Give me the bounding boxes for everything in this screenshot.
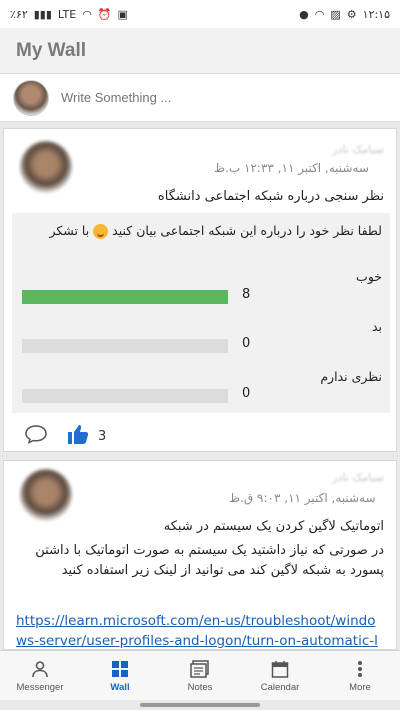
author-avatar[interactable]	[20, 141, 72, 193]
post-card: سیامک نادر سه‌شنبه, اکتبر ۱۱, ۱۲:۳۳ ب.ظ …	[3, 128, 397, 452]
settings-icon: ⚙	[346, 7, 357, 21]
nav-label: Calendar	[260, 681, 300, 693]
post-composer[interactable]	[0, 74, 400, 122]
poll-question-text: لطفا نظر خود را درباره این شبکه اجتماعی …	[112, 223, 382, 238]
poll-question: لطفا نظر خود را درباره این شبکه اجتماعی …	[18, 221, 382, 241]
post-body: در صورتی که نیاز داشتید یک سیستم به صورت…	[35, 543, 384, 578]
poll-option-fill	[22, 290, 228, 304]
page-title: My Wall	[16, 39, 87, 61]
post-title: اتوماتیک لاگین کردن یک سیستم در شبکه	[163, 519, 384, 534]
battery-text: ٪۶۲	[10, 7, 28, 21]
nav-label: Messenger	[16, 681, 64, 693]
poll-option-label: نظری ندارم	[320, 369, 382, 384]
author-name[interactable]: سیامک نادر	[332, 471, 384, 484]
more-icon	[350, 659, 370, 679]
poll-option-label: بد	[371, 319, 382, 334]
home-indicator[interactable]	[140, 703, 260, 707]
alarm-icon: ⏰	[97, 7, 112, 21]
write-something-input[interactable]	[61, 90, 361, 105]
smile-emoji-icon	[93, 224, 109, 239]
nav-label: Wall	[110, 681, 130, 693]
nav-item-calendar[interactable]: Calendar	[240, 651, 320, 700]
post-timestamp: سه‌شنبه, اکتبر ۱۱, ۱۲:۳۳ ب.ظ	[214, 161, 369, 175]
avatar	[13, 79, 49, 116]
poll-option-bar[interactable]	[22, 290, 228, 304]
poll-option-count: 8	[242, 287, 251, 302]
poll-option-bar[interactable]	[22, 389, 228, 403]
poll-option-count: 0	[242, 386, 251, 401]
status-left: ٪۶۲ ▮▮▮ LTE ◠ ⏰ ▣	[10, 9, 128, 20]
like-count: 3	[98, 428, 107, 444]
nav-item-wall[interactable]: Wall	[80, 651, 160, 700]
author-name[interactable]: سیامک نادر	[332, 143, 384, 156]
calendar-icon	[270, 659, 290, 679]
status-right: ● ◠ ▨ ⚙ ۱۲:۱۵	[299, 8, 390, 21]
nav-label: Notes	[187, 681, 213, 693]
post-actions: 3	[24, 423, 106, 449]
poll-option-bar[interactable]	[22, 339, 228, 353]
comment-icon[interactable]	[24, 424, 48, 448]
nav-item-more[interactable]: More	[320, 651, 400, 700]
person-icon	[30, 659, 50, 679]
image-icon: ▨	[330, 7, 341, 21]
wifi-status-icon: ◠	[314, 7, 325, 21]
nav-label: More	[349, 681, 371, 693]
signal-icon: ▮▮▮	[33, 7, 52, 21]
bottom-navigation: Messenger Wall Notes Calendar More	[0, 650, 400, 700]
like-icon[interactable]	[66, 423, 90, 449]
post-title: نظر سنجی درباره شبکه اجتماعی دانشگاه	[157, 189, 384, 204]
lock-icon: ▣	[117, 7, 128, 21]
poll-option-count: 0	[242, 336, 251, 351]
poll-question-tail: با تشکر	[49, 223, 90, 238]
notification-icon: ●	[299, 7, 309, 21]
post-link[interactable]: https://learn.microsoft.com/en-us/troubl…	[16, 611, 384, 649]
post-card: سیامک نادر سه‌شنبه, اکتبر ۱۱, ۹:۰۳ ق.ظ ا…	[3, 460, 397, 650]
status-bar: ٪۶۲ ▮▮▮ LTE ◠ ⏰ ▣ ● ◠ ▨ ⚙ ۱۲:۱۵	[0, 0, 400, 28]
nav-item-messenger[interactable]: Messenger	[0, 651, 80, 700]
post-timestamp: سه‌شنبه, اکتبر ۱۱, ۹:۰۳ ق.ظ	[229, 491, 376, 505]
nav-item-notes[interactable]: Notes	[160, 651, 240, 700]
network-label: LTE	[57, 7, 77, 21]
notes-icon	[190, 659, 210, 679]
poll-option-label: خوب	[356, 269, 382, 284]
poll: لطفا نظر خود را درباره این شبکه اجتماعی …	[12, 213, 390, 413]
author-avatar[interactable]	[20, 469, 72, 521]
wifi-icon: ◠	[82, 7, 92, 21]
clock: ۱۲:۱۵	[362, 7, 390, 21]
grid-icon	[110, 659, 130, 679]
app-bar: My Wall	[0, 28, 400, 74]
